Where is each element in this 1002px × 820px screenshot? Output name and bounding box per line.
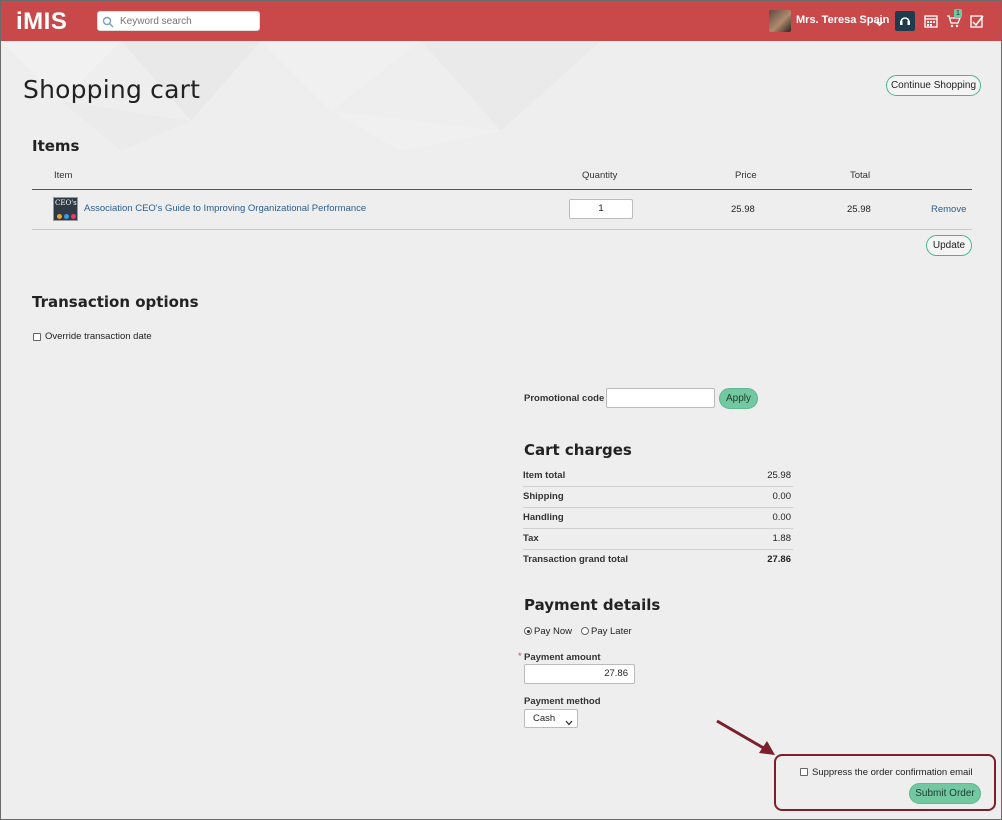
user-avatar[interactable] (769, 10, 791, 32)
payment-method-select[interactable]: Cash (524, 709, 578, 728)
payment-details-title: Payment details (524, 596, 661, 614)
column-header-item: Item (54, 170, 73, 181)
payment-amount-label: Payment amount (524, 652, 601, 663)
override-date-label: Override transaction date (45, 331, 152, 342)
charge-label: Tax (523, 533, 539, 544)
column-header-quantity: Quantity (582, 170, 618, 181)
override-date-checkbox[interactable] (33, 333, 41, 341)
annotation-arrow-icon (716, 719, 775, 755)
charge-row-handling: Handling 0.00 (523, 508, 793, 529)
pay-now-radio[interactable] (524, 627, 532, 635)
product-thumbnail[interactable]: CEO's (53, 197, 78, 221)
item-price: 25.98 (731, 204, 755, 215)
calendar-icon[interactable] (921, 11, 941, 31)
remove-link[interactable]: Remove (931, 204, 966, 215)
charge-value: 0.00 (772, 512, 792, 523)
charge-label: Item total (523, 470, 566, 481)
item-total: 25.98 (847, 204, 871, 215)
update-button[interactable]: Update (926, 235, 972, 256)
charge-value: 27.86 (767, 554, 791, 565)
product-link[interactable]: Association CEO's Guide to Improving Org… (84, 203, 366, 214)
quantity-input[interactable]: 1 (569, 199, 633, 219)
pay-later-radio[interactable] (581, 627, 589, 635)
charge-label: Handling (523, 512, 564, 523)
charge-row-grand-total: Transaction grand total 27.86 (523, 550, 793, 571)
pay-now-label: Pay Now (534, 626, 573, 637)
charge-row-tax: Tax 1.88 (523, 529, 793, 550)
charge-label: Shipping (523, 491, 564, 502)
imis-logo[interactable]: iMIS (16, 8, 67, 36)
column-header-total: Total (850, 170, 871, 181)
payment-method-label: Payment method (524, 696, 601, 707)
charge-value: 25.98 (767, 470, 791, 481)
charge-label: Transaction grand total (523, 554, 629, 565)
table-header-divider (32, 189, 972, 190)
support-icon[interactable] (895, 11, 915, 31)
cart-badge: 1 (954, 9, 962, 18)
charge-value: 0.00 (772, 491, 792, 502)
top-header: iMIS Mrs. Teresa Spain 1 (1, 1, 1001, 41)
cart-charges-title: Cart charges (524, 441, 632, 459)
search-icon (102, 15, 114, 33)
search-box[interactable] (97, 11, 260, 31)
submit-order-button[interactable]: Submit Order (909, 783, 981, 804)
charge-row-item-total: Item total 25.98 (523, 466, 793, 487)
suppress-email-label: Suppress the order confirmation email (812, 767, 973, 778)
promo-code-input[interactable] (606, 388, 715, 408)
chevron-down-icon (565, 715, 573, 732)
search-input[interactable] (120, 13, 255, 29)
transaction-options-title: Transaction options (32, 293, 199, 311)
charge-row-shipping: Shipping 0.00 (523, 487, 793, 508)
cart-icon[interactable]: 1 (944, 9, 964, 31)
column-header-price: Price (735, 170, 757, 181)
suppress-email-checkbox[interactable] (800, 768, 808, 776)
page-title: Shopping cart (23, 75, 201, 104)
promo-code-label: Promotional code (524, 393, 605, 404)
continue-shopping-button[interactable]: Continue Shopping (886, 75, 981, 96)
chevron-down-icon[interactable] (875, 15, 884, 33)
payment-method-value: Cash (533, 713, 556, 724)
items-section-title: Items (32, 137, 80, 155)
apply-button[interactable]: Apply (719, 388, 758, 409)
pay-later-label: Pay Later (591, 626, 632, 637)
charge-value: 1.88 (772, 533, 792, 544)
page: iMIS Mrs. Teresa Spain 1 Shopping cart C… (0, 0, 1002, 820)
payment-amount-input[interactable]: 27.86 (524, 664, 635, 684)
tasks-icon[interactable] (967, 11, 987, 31)
required-marker: * (518, 651, 522, 662)
row-divider (32, 229, 972, 230)
